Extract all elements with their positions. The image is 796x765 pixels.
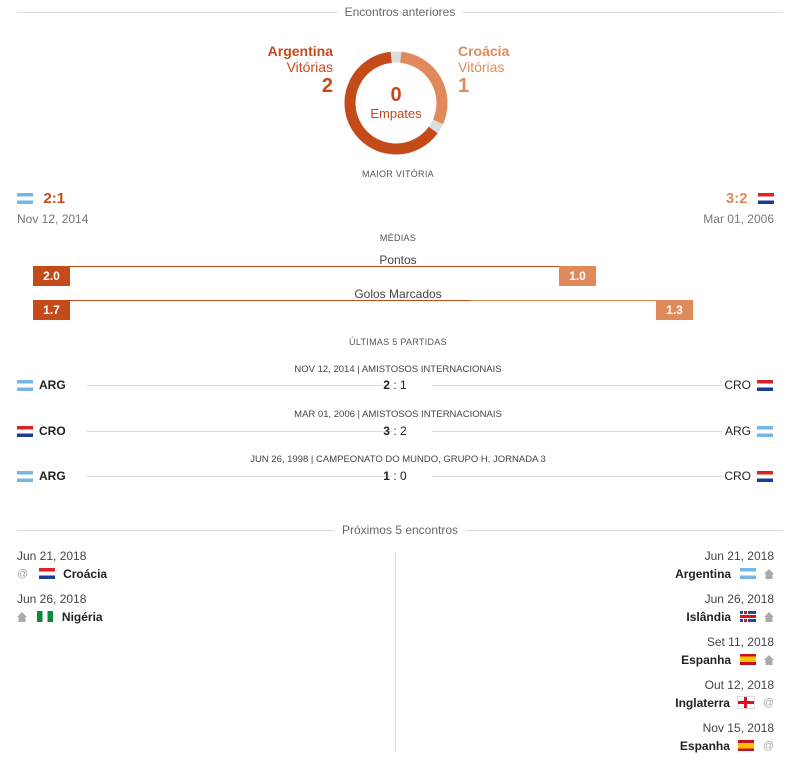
match-3-score-right: 0 [400, 469, 407, 483]
stat-points-left-box: 2.0 [33, 266, 70, 286]
fixture-left-2[interactable]: Jun 26, 2018 Nigéria [17, 592, 103, 626]
match-2-away-team: ARG [724, 424, 751, 438]
fixture-right-3[interactable]: Set 11, 2018 Espanha [681, 635, 774, 669]
stat-points-left-line [70, 266, 560, 267]
team2-wins-count: 1 [458, 75, 470, 97]
croatia-flag-icon [758, 193, 774, 205]
spain-flag-icon [739, 654, 756, 666]
match-1-score-right: 1 [400, 378, 407, 392]
last-matches-title: ÚLTIMAS 5 PARTIDAS [349, 337, 447, 347]
team1-wins-count: 2 [321, 75, 333, 97]
stat-goals-label: Golos Marcados [354, 287, 442, 301]
fixture-team: Espanha [681, 653, 732, 667]
stat-goals-left-box: 1.7 [33, 300, 70, 320]
biggest-win-right-date: Mar 01, 2006 [703, 212, 774, 226]
match-3-away-team: CRO [724, 469, 751, 483]
fixture-right-5[interactable]: Nov 15, 2018 Espanha @ [680, 721, 774, 755]
home-icon [764, 568, 774, 579]
biggest-win-left-date: Nov 12, 2014 [17, 212, 89, 226]
stat-points-label: Pontos [379, 253, 417, 267]
fixture-date: Jun 21, 2018 [704, 549, 774, 563]
at-icon: @ [762, 739, 774, 752]
spain-flag-icon [738, 740, 755, 752]
match-2-score-right: 2 [400, 424, 407, 438]
next-matches-title: Próximos 5 encontros [333, 523, 467, 537]
match-1-score: 2 : 1 [383, 378, 407, 392]
team2-name: Croácia [458, 43, 510, 59]
fixture-right-1[interactable]: Jun 21, 2018 Argentina [675, 549, 774, 583]
match-3-score-left: 1 [383, 469, 390, 483]
fixture-date: Jun 21, 2018 [17, 549, 87, 563]
biggest-win-right-score: 3:2 [725, 190, 748, 207]
match-2-score-left: 3 [383, 424, 390, 438]
home-icon [764, 611, 774, 622]
match-2-meta: MAR 01, 2006 | AMISTOSOS INTERNACIONAIS [294, 409, 502, 420]
croatia-flag-icon [38, 568, 55, 580]
match-3-away: CRO [724, 469, 773, 483]
match-row[interactable]: ARG 1 : 0 CRO [17, 469, 773, 483]
team1-wins-label: Vitórias [286, 59, 333, 75]
match-1-away-team: CRO [724, 378, 751, 392]
stat-goals-left-line [70, 300, 470, 301]
england-flag-icon [737, 696, 756, 710]
biggest-win-title: MAIOR VITÓRIA [362, 169, 434, 179]
croatia-flag-icon [757, 471, 773, 483]
stat-goals-right-line [470, 300, 656, 301]
match-row[interactable]: ARG 2 : 1 CRO [17, 378, 773, 392]
next-matches-header: Próximos 5 encontros [17, 523, 783, 537]
fixtures-divider [395, 552, 396, 752]
match-1-away: CRO [724, 378, 773, 392]
team2-summary: Croácia Vitórias 1 [458, 43, 509, 98]
stat-points-right-box: 1.0 [559, 266, 596, 286]
previous-matches-title: Encontros anteriores [336, 5, 464, 19]
fixture-team: Inglaterra [675, 696, 730, 710]
team1-name: Argentina [267, 43, 333, 59]
draws-count: 0 [390, 84, 402, 106]
fixture-team: Argentina [675, 567, 732, 581]
match-2-score: 3 : 2 [383, 424, 407, 438]
croatia-flag-icon [757, 380, 773, 392]
nigeria-flag-icon [37, 611, 54, 623]
argentina-flag-icon [739, 568, 756, 580]
fixture-team: Croácia [63, 567, 108, 581]
biggest-win-left-score: 2:1 [43, 190, 66, 207]
fixture-date: Set 11, 2018 [706, 635, 774, 649]
home-icon [17, 611, 27, 622]
match-1-meta: NOV 12, 2014 | AMISTOSOS INTERNACIONAIS [294, 364, 502, 375]
fixture-right-4[interactable]: Out 12, 2018 Inglaterra @ [675, 678, 774, 712]
at-icon: @ [17, 567, 29, 580]
previous-matches-header: Encontros anteriores [17, 5, 783, 19]
match-3-score: 1 : 0 [383, 469, 407, 483]
draws-label: Empates [370, 106, 422, 121]
fixture-date: Nov 15, 2018 [702, 721, 774, 735]
iceland-flag-icon [739, 611, 756, 623]
home-icon [764, 654, 774, 665]
averages-title: MÉDIAS [379, 233, 417, 243]
fixture-right-2[interactable]: Jun 26, 2018 Islândia [686, 592, 774, 626]
argentina-flag-icon [17, 193, 33, 205]
fixture-date: Out 12, 2018 [704, 678, 774, 692]
biggest-win-right: 3:2 Mar 01, 2006 [703, 190, 774, 226]
fixture-team: Islândia [686, 610, 732, 624]
at-icon: @ [762, 696, 774, 709]
fixture-date: Jun 26, 2018 [17, 592, 87, 606]
match-1-score-left: 2 [383, 378, 390, 392]
fixture-date: Jun 26, 2018 [704, 592, 774, 606]
fixture-team: Espanha [679, 739, 730, 753]
draws-center: 0 Empates [340, 84, 452, 121]
fixture-team: Nigéria [61, 610, 103, 624]
argentina-flag-icon [757, 426, 773, 438]
team1-summary: Argentina Vitórias 2 [268, 43, 333, 98]
match-row[interactable]: CRO 3 : 2 ARG [17, 424, 773, 438]
biggest-win-left: 2:1 Nov 12, 2014 [17, 190, 88, 226]
stat-goals-right-box: 1.3 [656, 300, 693, 320]
match-2-away: ARG [725, 424, 773, 438]
match-3-meta: JUN 26, 1998 | CAMPEONATO DO MUNDO, GRUP… [250, 454, 546, 465]
team2-wins-label: Vitórias [458, 59, 505, 75]
fixture-left-1[interactable]: Jun 21, 2018 @ Croácia [17, 549, 107, 583]
